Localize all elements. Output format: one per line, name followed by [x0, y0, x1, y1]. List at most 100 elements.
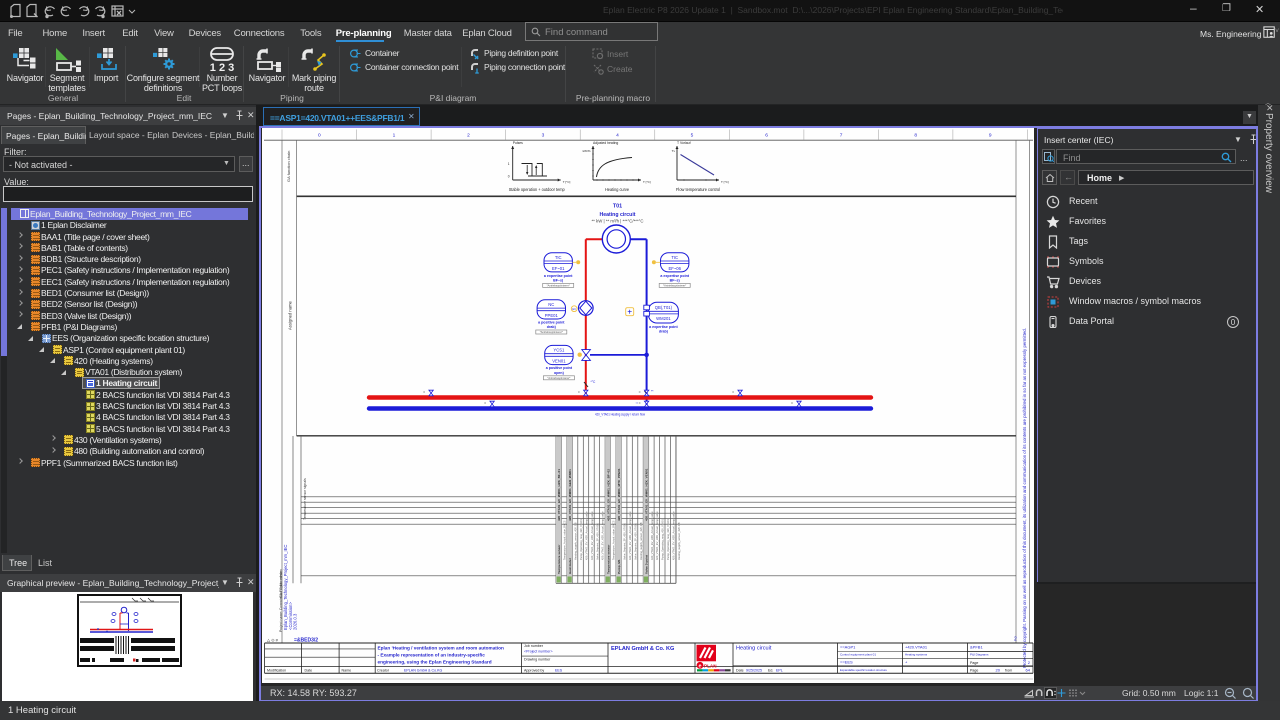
svg-text:Page: Page — [970, 669, 978, 673]
svg-text:EC: EC — [572, 307, 576, 311]
svg-text:=: = — [732, 390, 734, 394]
svg-text:GA function chain: GA function chain — [286, 151, 291, 182]
svg-text:a expertise point: a expertise point — [660, 274, 689, 278]
svg-text:Pump_Operating_msg_420_VTA01: Pump_Operating_msg_420_VTA01 — [661, 519, 665, 560]
svg-text:engineering, using the Eplan E: engineering, using the Eplan Engineering… — [378, 660, 492, 665]
svg-text:Creator: Creator — [377, 669, 390, 673]
svg-text:2: 2 — [467, 133, 470, 139]
svg-text:GA-Funktionsliste: GA-Funktionsliste — [279, 571, 283, 598]
svg-text:△ ⊙ #: △ ⊙ # — [267, 638, 279, 643]
svg-text:Heating systems: Heating systems — [905, 653, 928, 657]
svg-text:** kW | ** m³/h | ***°C/***°C: ** kW | ** m³/h | ***°C/***°C — [592, 219, 645, 224]
svg-text:==AGP1: ==AGP1 — [840, 645, 856, 650]
svg-text:e: e — [699, 663, 702, 669]
svg-text:*Antriebsoptimierer*: *Antriebsoptimierer* — [540, 330, 563, 334]
svg-text:Stable operation + outdoor tem: Stable operation + outdoor temp — [509, 187, 565, 192]
svg-text:open): open) — [554, 371, 565, 375]
svg-text:Temperature sensor signals: Temperature sensor signals — [303, 478, 307, 520]
svg-text:TIC: TIC — [555, 255, 562, 260]
svg-text:EES: EES — [555, 669, 563, 673]
svg-text:Adjusted heating: Adjusted heating — [593, 141, 618, 145]
svg-text:Heating circuit: Heating circuit — [600, 212, 636, 218]
svg-text:a expertise point: a expertise point — [649, 325, 678, 329]
svg-text:420_VTA01_EV_WM01_HZK_BF~02: 420_VTA01_EV_WM01_HZK_BF~02 — [606, 469, 610, 521]
svg-text:Ed.: Ed. — [768, 669, 773, 673]
svg-text:1: 1 — [508, 162, 510, 166]
svg-text:- Example representation of an: - Example representation of an industry-… — [378, 653, 486, 658]
svg-text:Heating circuit: Heating circuit — [736, 646, 772, 652]
svg-text:Pump_Operating_msg_420_VTA01: Pump_Operating_msg_420_VTA01 — [579, 519, 583, 560]
svg-text:a positive point: a positive point — [546, 366, 573, 370]
svg-text:420_VTA01_EV_HZK_Actual_temp_v: 420_VTA01_EV_HZK_Actual_temp_value — [584, 511, 588, 560]
svg-text:Pulses: Pulses — [513, 141, 523, 145]
svg-text:Heat meter: Heat meter — [568, 557, 572, 574]
svg-text:==EES: ==EES — [840, 660, 853, 665]
svg-text:420_VTA01_EV_HZK_Actual_temp_v: 420_VTA01_EV_HZK_Actual_temp_value — [628, 511, 632, 560]
svg-text:P&I Diagrams: P&I Diagrams — [970, 653, 989, 657]
svg-text:a positive point: a positive point — [538, 320, 565, 324]
svg-text:4: 4 — [616, 133, 619, 139]
svg-text:=: = — [484, 401, 486, 405]
svg-text:PPE01: PPE01 — [545, 313, 559, 318]
svg-text:T [°C]: T [°C] — [643, 180, 651, 184]
svg-text:*°C: *°C — [591, 380, 597, 384]
svg-text:420_VTA01_EV_WM01_HZK_VEN01: 420_VTA01_EV_WM01_HZK_VEN01 — [644, 468, 648, 521]
svg-text:Valve 3-point: Valve 3-point — [644, 555, 648, 574]
svg-text:kW/%: kW/% — [583, 149, 591, 153]
svg-text:5: 5 — [691, 133, 694, 139]
svg-text:drab): drab) — [547, 325, 557, 329]
svg-text:Heating_supply_sensor_420 2 B: Heating_supply_sensor_420 2 B — [574, 522, 578, 560]
svg-text:&PFB1: &PFB1 — [970, 645, 983, 650]
svg-text:Expandable specific location s: Expandable specific location structure — [840, 668, 887, 672]
svg-text:3: 3 — [542, 133, 545, 139]
svg-text:EPLAN GmbH & Co.KG: EPLAN GmbH & Co.KG — [404, 669, 443, 673]
svg-text:8: 8 — [914, 133, 917, 139]
svg-text:Date: Date — [736, 669, 744, 673]
svg-text:<Project number>: <Project number> — [524, 650, 553, 654]
svg-text:WM201: WM201 — [656, 316, 671, 321]
svg-text:Date: Date — [305, 669, 313, 673]
svg-text:Drawing number: Drawing number — [524, 658, 551, 662]
svg-text:Valve_Setpoint_3P_420_VTA01: Valve_Setpoint_3P_420_VTA01 — [595, 523, 599, 560]
svg-text:Temperature_Actual_value_BACS: Temperature_Actual_value_BACS — [612, 520, 616, 560]
svg-text:420_VTA01 Heating supply / ret: 420_VTA01 Heating supply / return flow — [595, 413, 645, 417]
svg-text:Pump, M1: Pump, M1 — [617, 559, 621, 574]
svg-text:BF~s): BF~s) — [670, 278, 681, 282]
svg-text:T [°C]: T [°C] — [563, 180, 571, 184]
svg-text:420_VTA01_EV_HZK_Actual_temp_v: 420_VTA01_EV_HZK_Actual_temp_value — [590, 511, 594, 560]
svg-text:TIC: TIC — [671, 255, 678, 260]
svg-text:=: = — [639, 401, 641, 405]
svg-text:T01: T01 — [613, 204, 622, 210]
svg-text:drab): drab) — [659, 329, 669, 333]
svg-text:EF~06: EF~06 — [668, 266, 681, 271]
svg-text:Eplan 'Heating / ventilation s: Eplan 'Heating / ventilation system and … — [378, 645, 505, 650]
svg-text:Pump_Operating_msg_420_VTA01: Pump_Operating_msg_420_VTA01 — [666, 519, 670, 560]
svg-text:0: 0 — [508, 175, 510, 179]
svg-text:YCS1: YCS1 — [553, 348, 565, 353]
svg-text:=: = — [423, 390, 425, 394]
svg-text:420_VTA01_EV_HZK_Actual_temp_v: 420_VTA01_EV_HZK_Actual_temp_value — [672, 511, 676, 560]
svg-text:=: = — [791, 401, 793, 405]
svg-text:=&BED3/2: =&BED3/2 — [294, 638, 318, 644]
svg-text:Temperature sensor: Temperature sensor — [606, 544, 610, 574]
svg-text:Heating_supply_sensor_420 2 B: Heating_supply_sensor_420 2 B — [639, 522, 643, 560]
svg-text:QB(,T01): QB(,T01) — [655, 305, 673, 310]
svg-text:Job number: Job number — [524, 644, 544, 648]
svg-text:Tv: Tv — [672, 149, 676, 153]
svg-text:420_VTA01_EV_HZK_Actual_temp_v: 420_VTA01_EV_HZK_Actual_temp_value — [655, 511, 659, 560]
svg-text:NC: NC — [548, 302, 554, 307]
svg-text:*Antriebsoptimierer*: *Antriebsoptimierer* — [547, 284, 570, 288]
svg-text:=: = — [639, 390, 641, 394]
svg-text:*Antriebsoptimierer*: *Antriebsoptimierer* — [663, 284, 686, 288]
svg-text:9: 9 — [989, 133, 992, 139]
svg-text:Name: Name — [342, 669, 352, 673]
svg-text:T Vorlauf: T Vorlauf — [677, 141, 691, 145]
svg-text:20: 20 — [996, 668, 1001, 673]
svg-text:Flow temperature control: Flow temperature control — [676, 187, 720, 192]
svg-text:420_VTA01_EV_HZK_Actual_temp_v: 420_VTA01_EV_HZK_Actual_temp_value — [650, 511, 654, 560]
svg-text:Approved by: Approved by — [524, 669, 544, 673]
svg-text:420_VTA01_EV_HZK_Actual_temp_v: 420_VTA01_EV_HZK_Actual_temp_value — [601, 511, 605, 560]
svg-text:420_VTA01_EV_WM01_MTC_PPE01: 420_VTA01_EV_WM01_MTC_PPE01 — [617, 468, 621, 521]
svg-text:420_VTA01_EV_WM01_HZK_BF~01: 420_VTA01_EV_WM01_HZK_BF~01 — [557, 469, 561, 521]
svg-text:from: from — [1005, 669, 1012, 673]
